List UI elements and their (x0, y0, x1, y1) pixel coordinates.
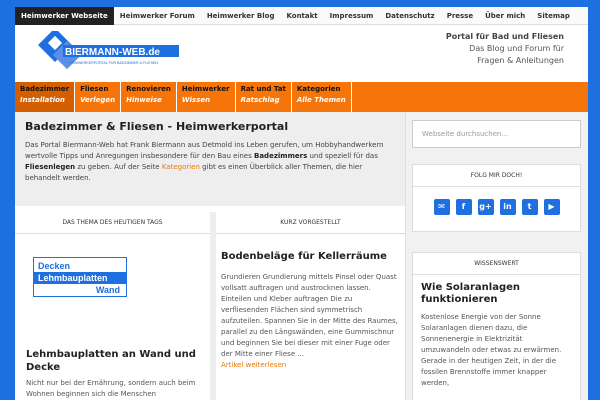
googleplus-icon[interactable]: g+ (477, 199, 494, 215)
featured-heading: DAS THEMA DES HEUTIGEN TAGS (15, 212, 210, 234)
mainnav-sublabel: Alle Themen (296, 96, 346, 104)
top-accent-bar (0, 0, 600, 4)
main-content: Badezimmer & Fliesen - Heimwerkerportal … (15, 112, 588, 400)
tagline-line-3: Fragen & Anleitungen (477, 56, 564, 65)
thumbnail-text: Decken (38, 261, 71, 271)
thumbnail-text: Lehmbauplatten (34, 272, 126, 284)
tagline-line-2: Das Blog und Forum für (469, 44, 564, 53)
sidebar: Webseite durchsuchen... FOLG MIR DOCH! ✉… (405, 112, 588, 400)
mainnav-sublabel: Wissen (181, 96, 211, 104)
top-navigation: Heimwerker Webseite Heimwerker Forum Hei… (15, 6, 588, 25)
topnav-heimwerker-forum[interactable]: Heimwerker Forum (114, 7, 201, 25)
mail-icon[interactable]: ✉ (433, 199, 450, 215)
intro-bold-fliesenlegen: Fliesenlegen (25, 163, 76, 171)
mainnav-sublabel: Ratschlag (240, 96, 280, 104)
short-intro-article-title[interactable]: Bodenbeläge für Kellerräume (221, 250, 401, 263)
read-more-link[interactable]: Artikel weiterlesen (221, 361, 286, 369)
intro-bold-badezimmers: Badezimmers (254, 152, 308, 160)
page-title: Badezimmer & Fliesen - Heimwerkerportal (25, 120, 289, 133)
intro-text-part: und speziell für das (307, 152, 378, 160)
short-intro-excerpt: Grundieren Grundierung mittels Pinsel od… (221, 272, 401, 371)
tagline-title: Portal für Bad und Fliesen (445, 32, 564, 41)
linkedin-icon[interactable]: in (499, 199, 516, 215)
short-intro-heading: KURZ VORGESTELLT (216, 212, 405, 234)
mainnav-label: Fliesen (80, 85, 109, 93)
topnav-impressum[interactable]: Impressum (324, 7, 380, 25)
intro-text-part: zu geben. Auf der Seite (75, 163, 162, 171)
mainnav-badezimmer[interactable]: Badezimmer Installation (15, 82, 76, 112)
topnav-ueber-mich[interactable]: Über mich (479, 7, 531, 25)
mainnav-label: Kategorien (296, 85, 341, 93)
intro-box: Badezimmer & Fliesen - Heimwerkerportal … (15, 112, 405, 206)
intro-text: Das Portal Biermann-Web hat Frank Bierma… (25, 140, 395, 184)
wissenswert-article-title[interactable]: Wie Solaranlagen funktionieren (413, 275, 580, 306)
search-input[interactable]: Webseite durchsuchen... (412, 120, 581, 148)
kategorien-link[interactable]: Kategorien (162, 163, 200, 171)
mainnav-label: Badezimmer (20, 85, 70, 93)
youtube-icon[interactable]: ▶ (543, 199, 560, 215)
short-intro-text: Grundieren Grundierung mittels Pinsel od… (221, 273, 398, 358)
main-navigation: Badezimmer Installation Fliesen Verlegen R… (15, 82, 588, 112)
mainnav-label: Renovieren (126, 85, 171, 93)
mainnav-rat-und-tat[interactable]: Rat und Tat Ratschlag (236, 82, 292, 112)
follow-heading: FOLG MIR DOCH! (413, 165, 580, 187)
follow-widget: FOLG MIR DOCH! ✉ f g+ in t ▶ (412, 164, 581, 232)
mainnav-label: Rat und Tat (240, 85, 286, 93)
mainnav-renovieren[interactable]: Renovieren Hinweise (121, 82, 177, 112)
topnav-datenschutz[interactable]: Datenschutz (379, 7, 440, 25)
mainnav-label: Heimwerker (181, 85, 230, 93)
featured-article-title[interactable]: Lehmbauplatten an Wand und Decke (26, 348, 206, 374)
mainnav-heimwerker[interactable]: Heimwerker Wissen (177, 82, 236, 112)
featured-article-excerpt: Nicht nur bei der Ernährung, sondern auc… (26, 379, 196, 398)
site-header: BIERMANN-WEB.de HEIMWERKERPORTAL FÜR BAD… (15, 25, 588, 82)
topnav-presse[interactable]: Presse (441, 7, 479, 25)
facebook-icon[interactable]: f (455, 199, 472, 215)
topnav-heimwerker-blog[interactable]: Heimwerker Blog (201, 7, 281, 25)
thumbnail-text: Wand (95, 285, 120, 295)
topnav-heimwerker-webseite[interactable]: Heimwerker Webseite (15, 6, 114, 25)
mainnav-sublabel: Verlegen (80, 96, 116, 104)
short-intro-column: KURZ VORGESTELLT Bodenbeläge für Kellerr… (216, 212, 405, 400)
header-tagline: Portal für Bad und Fliesen Das Blog und … (394, 31, 564, 67)
topnav-kontakt[interactable]: Kontakt (280, 7, 323, 25)
wissenswert-heading: WISSENSWERT (413, 253, 580, 275)
logo-text: BIERMANN-WEB.de (65, 47, 160, 58)
mainnav-fliesen[interactable]: Fliesen Verlegen (75, 82, 122, 112)
social-icons: ✉ f g+ in t ▶ (413, 187, 580, 231)
topnav-sitemap[interactable]: Sitemap (531, 7, 576, 25)
wissenswert-widget: WISSENSWERT Wie Solaranlagen funktionier… (412, 252, 581, 400)
mainnav-sublabel: Hinweise (126, 96, 162, 104)
wissenswert-excerpt: Kostenlose Energie von der Sonne Solaran… (421, 313, 562, 387)
mainnav-kategorien[interactable]: Kategorien Alle Themen (292, 82, 352, 112)
logo-subtitle: HEIMWERKERPORTAL FÜR BADZIMMER & FLIESEN (69, 61, 158, 65)
featured-thumbnail[interactable]: Decken Lehmbauplatten Wand (33, 257, 127, 297)
featured-column: DAS THEMA DES HEUTIGEN TAGS Decken Lehmb… (15, 212, 216, 400)
mainnav-sublabel: Installation (20, 96, 65, 104)
site-logo[interactable]: BIERMANN-WEB.de HEIMWERKERPORTAL FÜR BAD… (37, 31, 179, 75)
twitter-icon[interactable]: t (521, 199, 538, 215)
